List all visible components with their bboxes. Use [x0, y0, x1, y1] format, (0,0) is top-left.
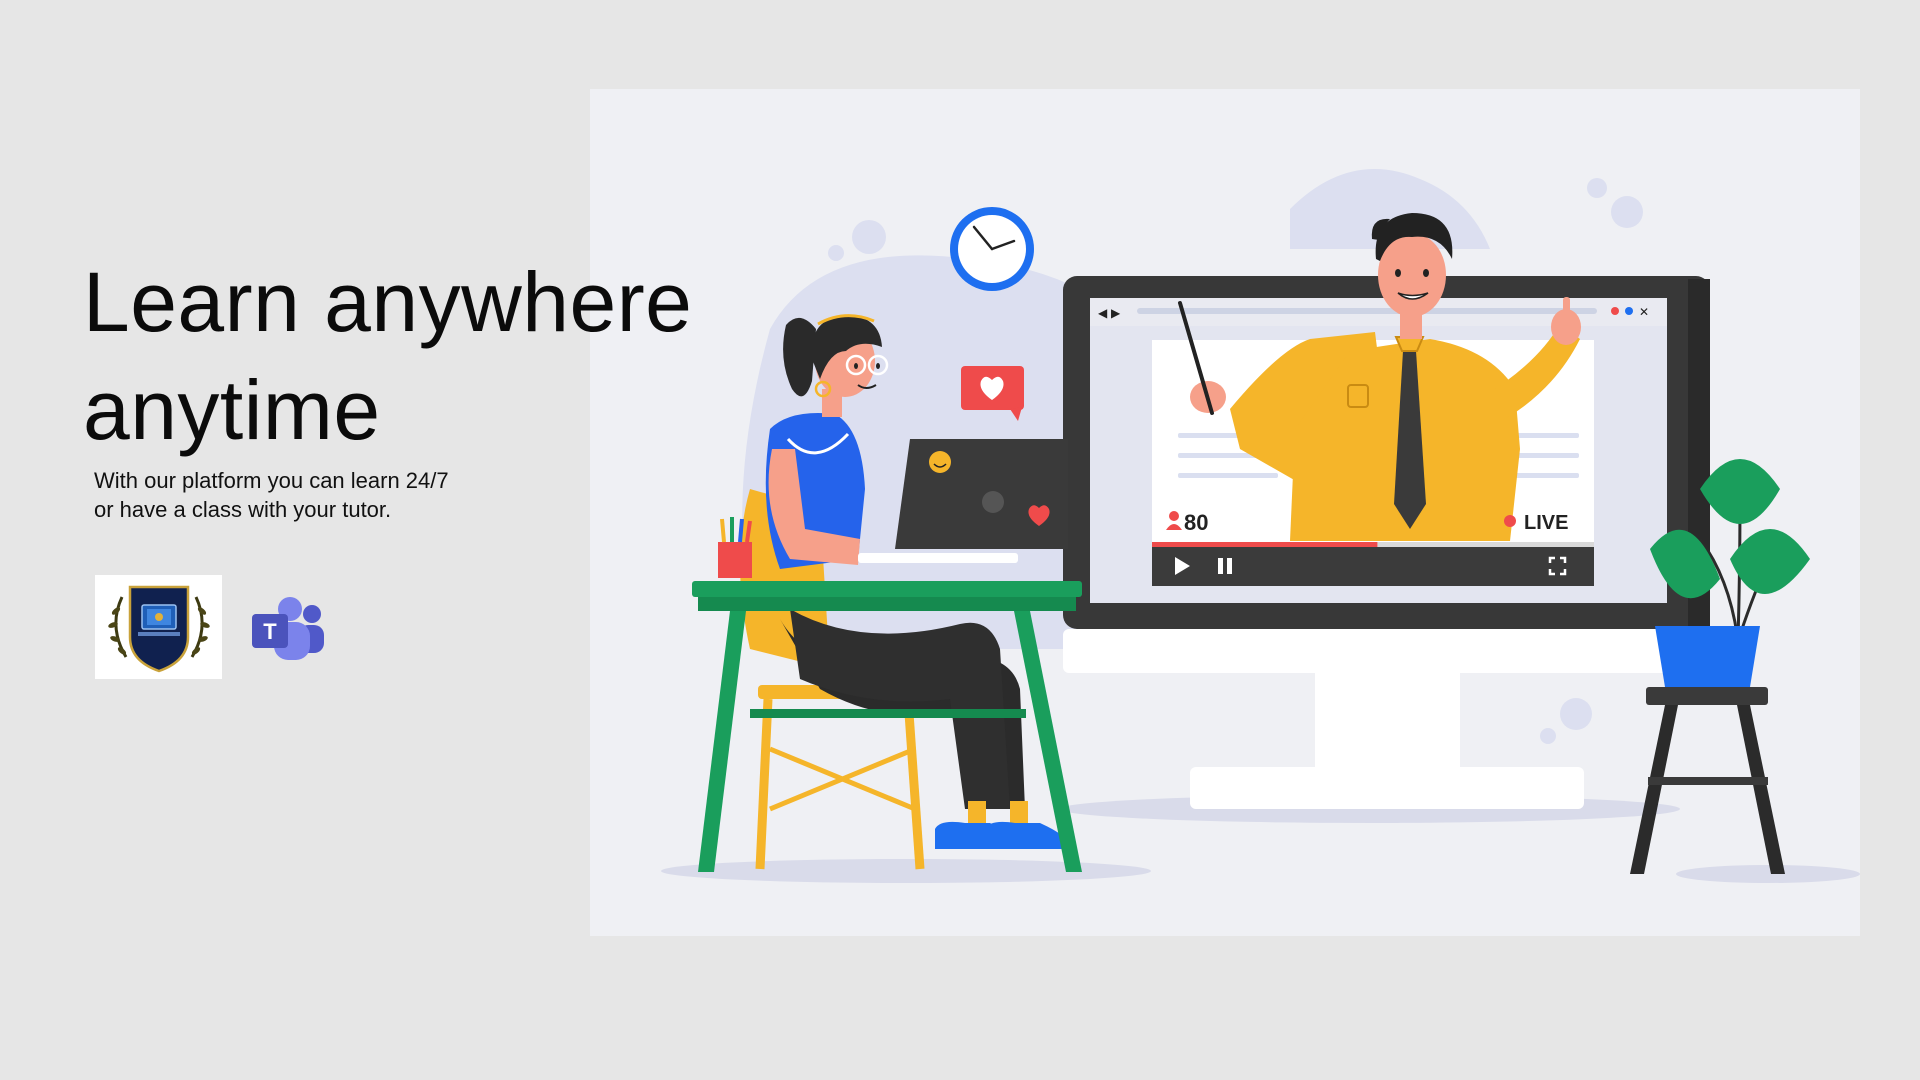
- floor-shadow: [1676, 865, 1860, 883]
- progress-fill: [1152, 542, 1378, 547]
- live-label: LIVE: [1524, 512, 1568, 534]
- browser-close-icon: ✕: [1639, 305, 1649, 319]
- teams-letter: T: [263, 619, 277, 644]
- bg-dot: [1611, 196, 1643, 228]
- school-crest-logo[interactable]: [95, 575, 222, 679]
- bg-dot: [1540, 728, 1556, 744]
- online-learning-illustration: ◀ ▶ ✕ 80 LIVE: [590, 89, 1860, 936]
- bg-dot: [828, 245, 844, 261]
- viewer-count: 80: [1184, 510, 1208, 535]
- hero-title: Learn anywhere anytime: [83, 248, 692, 464]
- wall-clock-icon: [950, 207, 1034, 291]
- partner-logos: T: [95, 575, 326, 679]
- hero-title-line-1: Learn anywhere: [83, 255, 693, 349]
- crest-icon: [107, 585, 210, 673]
- hero-subtitle-line-1: With our platform you can learn 24/7: [94, 468, 449, 493]
- browser-nav-icon: ◀ ▶: [1098, 306, 1121, 320]
- hero-subtitle: With our platform you can learn 24/7 or …: [94, 466, 449, 524]
- bg-dot: [1587, 178, 1607, 198]
- microsoft-teams-logo[interactable]: T: [250, 592, 326, 662]
- video-player: 80 LIVE: [1152, 213, 1594, 586]
- hero-subtitle-line-2: or have a class with your tutor.: [94, 497, 392, 522]
- bg-dot: [852, 220, 886, 254]
- hero-title-line-2: anytime: [83, 363, 381, 457]
- bg-dot: [1560, 698, 1592, 730]
- live-dot-icon: [1504, 515, 1516, 527]
- teams-icon: T: [252, 597, 324, 660]
- illustration-svg: ◀ ▶ ✕ 80 LIVE: [661, 169, 1860, 883]
